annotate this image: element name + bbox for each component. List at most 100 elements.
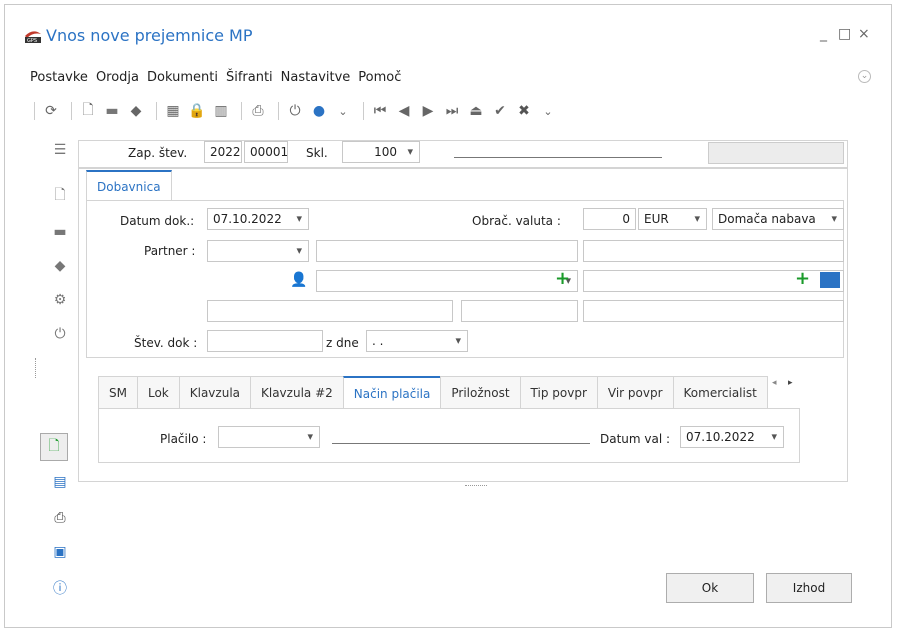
tab-tip-povpr[interactable]: Tip povpr — [519, 376, 597, 409]
more-icon[interactable]: ⌄ — [538, 101, 558, 121]
next-record-icon[interactable]: ▶ — [418, 101, 438, 121]
expand-icon[interactable]: ⌄ — [333, 101, 353, 121]
minimize-button[interactable]: _ — [820, 26, 827, 42]
zap-number-input[interactable]: 00001 — [244, 141, 288, 163]
tab-scroll-left-icon[interactable]: ◂ — [772, 378, 777, 388]
subtab-strip: SM Lok Klavzula Klavzula #2 Način plačil… — [98, 376, 768, 409]
partner-label: Partner : — [144, 244, 196, 258]
tab-klavzula[interactable]: Klavzula — [178, 376, 250, 409]
address-input[interactable] — [207, 300, 453, 322]
header-disabled-field — [708, 142, 844, 164]
exit-button[interactable]: Izhod — [766, 573, 852, 603]
tab-sm[interactable]: SM — [98, 376, 137, 409]
tab-komercialist[interactable]: Komercialist — [672, 376, 768, 409]
datum-dok-input[interactable]: 07.10.2022 — [207, 208, 309, 230]
add-contact-icon[interactable]: + — [555, 268, 570, 289]
header-text-line[interactable] — [454, 157, 662, 158]
menu-nastavitve[interactable]: Nastavitve — [281, 70, 351, 85]
email-envelope-icon[interactable] — [820, 272, 840, 288]
menu-sifranti[interactable]: Šifranti — [226, 70, 273, 85]
panel-resize-grip[interactable] — [465, 485, 487, 487]
tab-nacin-placila[interactable]: Način plačila — [342, 376, 441, 409]
stev-dok-input[interactable] — [207, 330, 323, 352]
app-logo-icon: GPS — [25, 31, 41, 44]
new-document-sidebar-icon[interactable]: 🗋 — [50, 186, 70, 206]
placilo-description-line[interactable] — [332, 443, 590, 444]
refresh-icon[interactable]: ⟳ — [41, 101, 61, 121]
svg-text:GPS: GPS — [27, 38, 37, 44]
calculator-icon[interactable]: ▦ — [163, 101, 183, 121]
toolbar-separator — [156, 102, 157, 120]
city-input[interactable] — [583, 300, 844, 322]
valuta-amount-input[interactable]: 0 — [583, 208, 636, 230]
menu-dokumenti[interactable]: Dokumenti — [147, 70, 218, 85]
partner-name-input[interactable] — [316, 240, 578, 262]
new-document-icon[interactable]: 🗋 — [78, 101, 98, 121]
close-button[interactable]: × — [858, 26, 870, 42]
open-folder-icon[interactable]: ▬ — [102, 101, 122, 121]
datum-val-input[interactable]: 07.10.2022 — [680, 426, 784, 448]
menu-pomoc[interactable]: Pomoč — [358, 70, 401, 85]
layout-icon[interactable]: ▣ — [50, 542, 70, 562]
splitter-grip[interactable] — [35, 358, 36, 378]
grid-icon[interactable]: ▥ — [211, 101, 231, 121]
toolbar-separator — [278, 102, 279, 120]
eraser-icon[interactable]: ◆ — [126, 101, 146, 121]
lock-icon[interactable]: 🔒 — [187, 101, 207, 121]
tab-klavzula-2[interactable]: Klavzula #2 — [250, 376, 343, 409]
power-sidebar-icon[interactable]: ⏻ — [50, 324, 70, 344]
confirm-icon[interactable]: ✔ — [490, 101, 510, 121]
partner-select[interactable] — [207, 240, 309, 262]
tab-lok[interactable]: Lok — [136, 376, 179, 409]
zdne-date-input[interactable]: . . — [366, 330, 468, 352]
menu-orodja[interactable]: Orodja — [96, 70, 139, 85]
datum-val-label: Datum val : — [600, 432, 671, 446]
tab-vir-povpr[interactable]: Vir povpr — [596, 376, 673, 409]
cancel-icon[interactable]: ✖ — [514, 101, 534, 121]
last-record-icon[interactable]: ⏭ — [442, 101, 462, 121]
folder-sidebar-icon[interactable]: ▬ — [50, 222, 70, 242]
add-new-icon[interactable]: 🗋 — [40, 433, 68, 461]
previous-record-icon[interactable]: ◀ — [394, 101, 414, 121]
maximize-button[interactable]: □ — [838, 26, 851, 42]
window-title: Vnos nove prejemnice MP — [46, 26, 253, 45]
toolbar-separator — [241, 102, 242, 120]
collapse-ribbon-icon[interactable]: ⌄ — [858, 70, 871, 83]
first-record-icon[interactable]: ⏮ — [370, 101, 390, 121]
menu-postavke[interactable]: Postavke — [30, 70, 88, 85]
ok-button[interactable]: Ok — [666, 573, 754, 603]
tab-dobavnica[interactable]: Dobavnica — [86, 170, 172, 201]
postcode-input[interactable] — [461, 300, 578, 322]
skl-label: Skl. — [306, 146, 328, 160]
help-icon[interactable]: ● — [309, 101, 329, 121]
valuta-label: Obrač. valuta : — [472, 214, 561, 228]
eject-icon[interactable]: ⏏ — [466, 101, 486, 121]
add-email-icon[interactable]: + — [795, 268, 810, 289]
contact-select[interactable] — [316, 270, 578, 292]
menu-bar: Postavke Orodja Dokumenti Šifranti Nasta… — [30, 70, 409, 85]
person-icon[interactable]: 👤 — [290, 272, 307, 288]
power-icon[interactable]: ⏻ — [285, 101, 305, 121]
print-icon[interactable]: ⎙ — [248, 101, 268, 121]
tab-scroll-right-icon[interactable]: ▸ — [788, 378, 793, 388]
toolbar-grip — [34, 102, 35, 120]
toolbar: ⟳ 🗋 ▬ ◆ ▦ 🔒 ▥ ⎙ ⏻ ● ⌄ ⏮ ◀ ▶ ⏭ ⏏ ✔ ✖ ⌄ — [28, 100, 562, 122]
print-sidebar-icon[interactable]: ⎙ — [50, 508, 70, 528]
zap-label: Zap. štev. — [128, 146, 188, 160]
eraser-sidebar-icon[interactable]: ◆ — [50, 256, 70, 276]
info-icon[interactable]: ⓘ — [50, 578, 70, 598]
zap-year-input[interactable]: 2022 — [204, 141, 242, 163]
datum-label: Datum dok.: — [120, 214, 195, 228]
partner-extra-input[interactable] — [583, 240, 844, 262]
document-settings-icon[interactable]: ⚙ — [50, 290, 70, 310]
placilo-select[interactable] — [218, 426, 320, 448]
table-search-icon[interactable]: ▤ — [50, 472, 70, 492]
valuta-currency-select[interactable]: EUR — [638, 208, 707, 230]
nabava-select[interactable]: Domača nabava — [712, 208, 844, 230]
stev-dok-label: Štev. dok : — [134, 336, 198, 350]
tab-priloznost[interactable]: Priložnost — [440, 376, 520, 409]
hamburger-menu-icon[interactable]: ☰ — [50, 140, 70, 160]
zdne-label: z dne — [326, 336, 359, 350]
placilo-label: Plačilo : — [160, 432, 207, 446]
skl-select[interactable]: 100 — [342, 141, 420, 163]
